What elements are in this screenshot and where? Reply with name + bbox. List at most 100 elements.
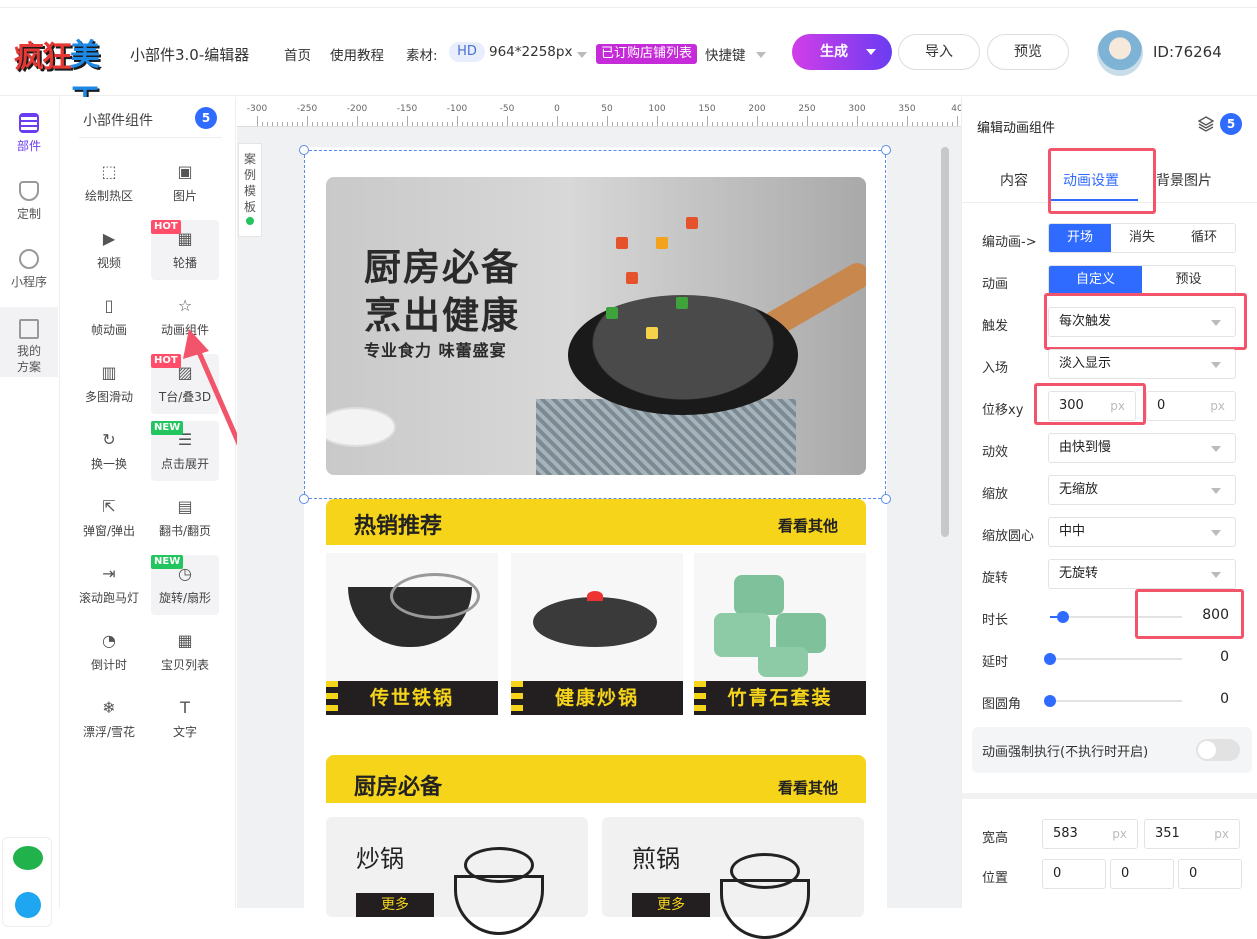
radius-slider[interactable] [1044,695,1182,707]
frame-icon: ▯ [104,296,114,315]
category-more[interactable]: 更多 [356,893,434,917]
hotzone-icon: ⬚ [101,162,117,181]
category-card[interactable]: 炒锅 更多 [326,817,588,935]
ruler-label: -200 [346,104,368,114]
layers-icon[interactable] [1198,116,1214,132]
component-item[interactable]: ▯ 帧动画 [75,287,143,347]
ruler-tick [937,122,938,126]
preview-button[interactable]: 预览 [987,34,1069,70]
product-card[interactable]: 健康炒锅 [511,553,683,715]
component-item[interactable]: ⬚ 绘制热区 [75,153,143,213]
tab-content[interactable]: 内容 [1000,170,1028,190]
rotate-select[interactable]: 无旋转 [1048,559,1236,589]
pos-x-input[interactable]: 0 [1042,859,1106,889]
ruler-tick [377,122,378,126]
slider-knob[interactable] [1044,695,1056,707]
category-more[interactable]: 更多 [632,893,710,917]
ruler-tick [727,122,728,126]
wechat-icon[interactable] [13,846,43,870]
scrollbar[interactable] [941,147,949,537]
component-item[interactable]: ❄ 漂浮/雪花 [75,689,143,749]
nav-tutorial[interactable]: 使用教程 [330,44,384,64]
component-item[interactable]: T 文字 [151,689,219,749]
rail-item-custom[interactable]: 定制 [0,181,58,222]
ruler-tick [862,122,863,126]
shortcut-menu[interactable]: 快捷键 [705,44,746,64]
mode-open[interactable]: 开场 [1049,224,1111,252]
product-card[interactable]: 竹青石套装 [694,553,866,715]
component-item[interactable]: ▥ 多图滑动 [75,354,143,414]
component-item[interactable]: ▶ 视频 [75,220,143,280]
rail-item-my-plans[interactable]: 我的方案 [0,307,58,377]
pos-z-input[interactable]: 0 [1178,859,1242,889]
slider-knob[interactable] [1057,611,1070,623]
mode-custom[interactable]: 自定义 [1049,266,1142,294]
ruler-tick [712,122,713,126]
ruler-tick [857,116,858,126]
import-button[interactable]: 导入 [898,34,980,70]
resize-handle[interactable] [881,145,891,155]
component-item[interactable]: ⇱ 弹窗/弹出 [75,488,143,548]
divider [79,137,222,138]
radius-value[interactable]: 0 [1220,691,1229,707]
selection-box[interactable] [299,145,891,504]
ruler-tick [372,122,373,126]
scale-select[interactable]: 无缩放 [1048,475,1236,505]
width-input[interactable]: 583 px [1042,819,1138,849]
rail-item-parts[interactable]: 部件 [0,113,58,154]
tab-background-image[interactable]: 背景图片 [1156,170,1212,190]
offset-y-input[interactable]: 0 px [1146,391,1236,421]
ruler-tick [612,122,613,126]
avatar[interactable] [1097,30,1143,76]
ruler-label: 350 [898,104,916,114]
ruler-tick [602,122,603,126]
ruler-tick [357,116,358,126]
effect-select[interactable]: 由快到慢 [1048,433,1236,463]
category-card[interactable]: 煎锅 更多 [602,817,864,939]
mode-loop[interactable]: 循环 [1173,224,1235,252]
service-icon[interactable] [15,892,41,918]
nav-home[interactable]: 首页 [284,44,311,64]
chevron-down-icon[interactable] [756,52,766,58]
component-item[interactable]: ⇥ 滚动跑马灯 [75,555,143,615]
shop-list-tag[interactable]: 已订购店铺列表 [596,44,698,64]
logo[interactable]: 疯狂 美工 [14,30,122,117]
component-item[interactable]: ↻ 换一换 [75,421,143,481]
generate-button[interactable]: 生成 [792,34,892,70]
rail-item-miniprogram[interactable]: 小程序 [0,249,58,290]
ruler-tick [822,122,823,126]
rail-label: 部件 [16,139,41,153]
enter-select[interactable]: 淡入显示 [1048,349,1236,379]
component-item[interactable]: ▣ 图片 [151,153,219,213]
delay-slider[interactable] [1044,653,1182,665]
ruler-tick [477,122,478,126]
mode-preset[interactable]: 预设 [1142,266,1235,294]
ruler-tick [272,122,273,126]
material-size[interactable]: 964*2258px [489,44,572,60]
slider-knob[interactable] [1044,653,1056,665]
delay-value[interactable]: 0 [1220,649,1229,665]
more-link[interactable]: 看看其他 [778,515,838,536]
header: 疯狂 美工 小部件3.0-编辑器 首页 使用教程 素材: HD 964*2258… [0,8,1257,117]
component-item[interactable]: ▦ 宝贝列表 [151,622,219,682]
chevron-down-icon[interactable] [866,49,876,55]
chevron-down-icon[interactable] [577,52,587,58]
case-template-button[interactable]: 案例模板 [238,143,262,237]
pos-y-input[interactable]: 0 [1110,859,1174,889]
ruler-tick [352,122,353,126]
component-item[interactable]: ◔ 倒计时 [75,622,143,682]
force-toggle[interactable] [1196,739,1240,761]
ruler-tick [512,122,513,126]
component-item[interactable]: NEW ◷ 旋转/扇形 [151,555,219,615]
resize-handle[interactable] [881,494,891,504]
design-canvas[interactable]: 厨房必备 烹出健康 专业食力 味蕾盛宴 热销推荐 看看其他 传世铁锅 健康炒锅 … [299,145,891,939]
more-link[interactable]: 看看其他 [778,777,838,798]
resize-handle[interactable] [299,494,309,504]
product-card[interactable]: 传世铁锅 [326,553,498,715]
ruler-tick [557,116,558,126]
component-item[interactable]: HOT ▦ 轮播 [151,220,219,280]
height-input[interactable]: 351 px [1144,819,1240,849]
origin-select[interactable]: 中中 [1048,517,1236,547]
resize-handle[interactable] [299,145,309,155]
mode-disappear[interactable]: 消失 [1111,224,1173,252]
